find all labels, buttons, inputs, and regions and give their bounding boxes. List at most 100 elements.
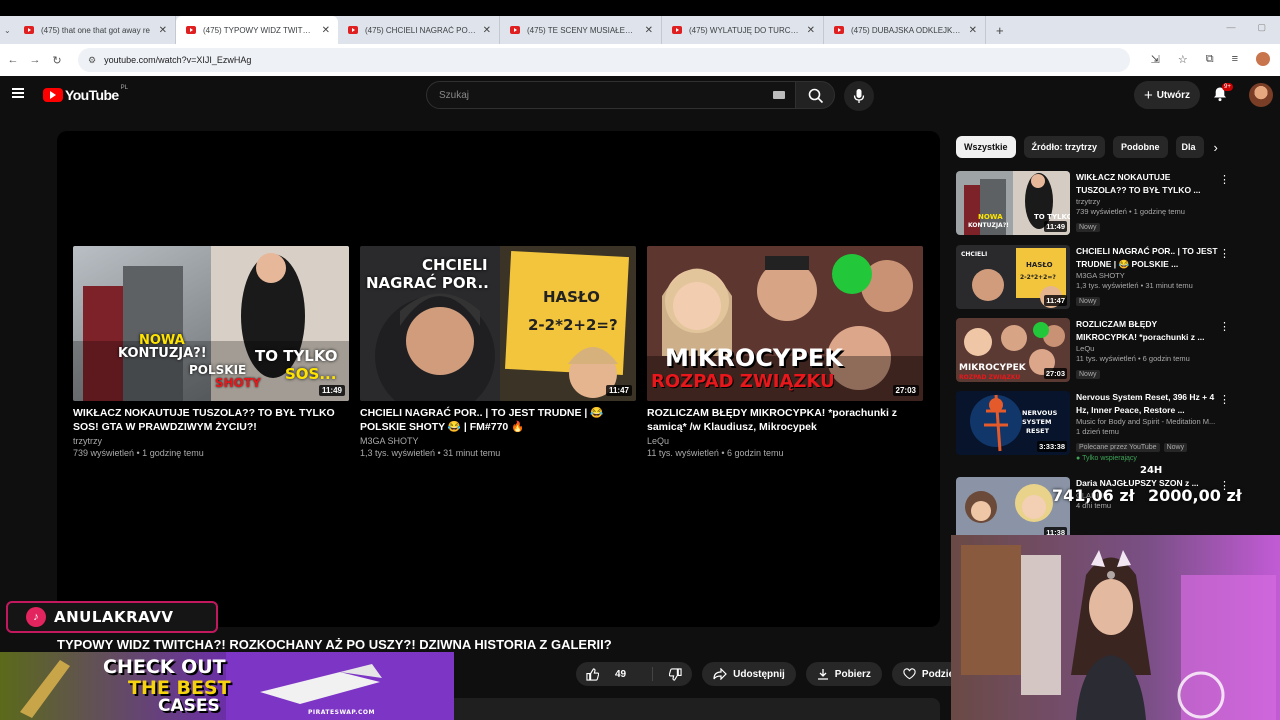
related-video-2[interactable]: CHCIELI HASŁO 2-2*2+2=? 11:47 CHCIELI NAGR…	[956, 245, 1234, 311]
related-thumbnail[interactable]: NERVOUS SYSTEM RESET 3:33:38	[956, 391, 1070, 455]
endscreen-video-1[interactable]: NOWA KONTUZJA?! POLSKIE SHOTY TO TYLKO S…	[73, 246, 349, 458]
video-title: TYPOWY WIDZ TWITCHA?! ROZKOCHANY AŻ PO U…	[57, 637, 612, 652]
thumbs-up-icon	[586, 667, 599, 681]
plus-icon: +	[1143, 86, 1153, 104]
share-label: Udostępnij	[733, 668, 785, 680]
endscreen-channel[interactable]: M3GA SHOTY	[360, 436, 636, 446]
related-thumbnail[interactable]: NOWA KONTUZJA?! TO TYLKO 11:49	[956, 171, 1070, 235]
video-duration: 11:47	[1044, 295, 1067, 306]
browser-tab-bar: ⌄ (475) that one that got away re ✕ (475)…	[0, 16, 1280, 44]
thumbnail-text: HASŁO	[543, 288, 600, 306]
chip-from-channel[interactable]: Źródło: trzytrzy	[1023, 136, 1106, 158]
install-app-icon[interactable]: ⇲	[1151, 53, 1160, 66]
new-tab-icon[interactable]: +	[996, 23, 1004, 38]
related-meta: 739 wyświetleń • 1 godzinę temu	[1076, 207, 1185, 216]
dislike-button[interactable]	[659, 662, 692, 686]
minimize-icon[interactable]: —	[1226, 22, 1235, 33]
endscreen-video-title[interactable]: ROZLICZAM BŁĘDY MIKROCYPKA! *porachunki …	[647, 407, 923, 434]
browser-tab-3[interactable]: (475) CHCIELI NAGRAĆ POR.. | ✕	[338, 16, 500, 44]
endscreen-thumbnail[interactable]: MIKROCYPEK ROZPAD ZWIĄZKU 27:03	[647, 246, 923, 401]
endscreen-channel[interactable]: trzytrzy	[73, 436, 349, 446]
related-channel[interactable]: trzytrzy	[1076, 197, 1218, 206]
video-player[interactable]: NOWA KONTUZJA?! POLSKIE SHOTY TO TYLKO S…	[57, 131, 940, 627]
thumbnail-text: ROZPAD ZWIĄZKU	[651, 371, 835, 392]
related-channel[interactable]: M3GA SHOTY	[1076, 271, 1218, 280]
window-controls: — ▢	[1226, 22, 1266, 33]
thumbnail-text: 2-2*2+2=?	[528, 316, 618, 334]
youtube-logo[interactable]: YouTube PL	[43, 85, 128, 103]
chip-all[interactable]: Wszystkie	[956, 136, 1016, 158]
svg-text:RESET: RESET	[1026, 427, 1050, 435]
browser-tab-4[interactable]: (475) TE SCENY MUSIAŁEM WY ✕	[500, 16, 662, 44]
goal-current-amount: 741,06 zł	[1052, 486, 1135, 505]
maximize-icon[interactable]: ▢	[1257, 22, 1266, 33]
search-button[interactable]	[795, 81, 835, 109]
close-tab-icon[interactable]: ✕	[483, 25, 491, 36]
more-vertical-icon[interactable]: ⋮	[1219, 247, 1230, 260]
close-tab-icon[interactable]: ✕	[807, 25, 815, 36]
related-channel[interactable]: Music for Body and Spirit - Meditation M…	[1076, 417, 1218, 426]
donation-goal-overlay: 24H 741,06 zł 2000,00 zł	[1052, 465, 1262, 505]
related-title[interactable]: WIKŁACZ NOKAUTUJE TUSZOLA?? TO BYŁ TYLKO…	[1076, 171, 1218, 196]
close-tab-icon[interactable]: ✕	[645, 25, 653, 36]
chip-for-you[interactable]: Dla	[1175, 136, 1204, 158]
related-meta: 11 tys. wyświetleń • 6 godzin temu	[1076, 354, 1190, 363]
related-channel[interactable]: LeQu	[1076, 344, 1218, 353]
bookmark-star-icon[interactable]: ☆	[1178, 53, 1188, 66]
chevron-right-icon[interactable]: ›	[1214, 140, 1218, 155]
tab-list-chevron-icon[interactable]: ⌄	[0, 26, 14, 35]
endscreen-thumbnail[interactable]: NOWA KONTUZJA?! POLSKIE SHOTY TO TYLKO S…	[73, 246, 349, 401]
forward-icon[interactable]: →	[24, 54, 46, 66]
related-video-4[interactable]: NERVOUS SYSTEM RESET 3:33:38 Nervous Syste…	[956, 391, 1234, 473]
endscreen-video-title[interactable]: WIKŁACZ NOKAUTUJE TUSZOLA?? TO BYŁ TYLKO…	[73, 407, 349, 434]
notification-count-badge: 9+	[1222, 83, 1233, 91]
related-thumbnail[interactable]: CHCIELI HASŁO 2-2*2+2=? 11:47	[956, 245, 1070, 309]
endscreen-video-2[interactable]: CHCIELI NAGRAĆ POR.. HASŁO 2-2*2+2=? 11:…	[360, 246, 636, 458]
browser-tab-2-active[interactable]: (475) TYPOWY WIDZ TWITCHA ✕	[176, 16, 338, 44]
site-info-icon[interactable]: ⚙	[88, 55, 96, 66]
thumbnail-text: KONTUZJA?!	[118, 346, 207, 361]
media-controls-icon[interactable]: ≡	[1232, 53, 1238, 65]
chip-related[interactable]: Podobne	[1113, 136, 1168, 158]
voice-search-button[interactable]	[844, 81, 874, 111]
reload-icon[interactable]: ↻	[46, 54, 68, 67]
svg-text:NOWA: NOWA	[978, 213, 1003, 221]
close-tab-icon[interactable]: ✕	[322, 25, 330, 36]
related-video-1[interactable]: NOWA KONTUZJA?! TO TYLKO 11:49 WIKŁACZ NOK…	[956, 171, 1234, 237]
browser-tab-6[interactable]: (475) DUBAJSKA ODKLEJKA WI ✕	[824, 16, 986, 44]
endscreen-channel[interactable]: LeQu	[647, 436, 923, 446]
related-title[interactable]: Nervous System Reset, 396 Hz + 4 Hz, Inn…	[1076, 391, 1218, 416]
tiktok-username: ANULAKRAVV	[54, 608, 174, 626]
more-vertical-icon[interactable]: ⋮	[1219, 393, 1230, 406]
endscreen-video-title[interactable]: CHCIELI NAGRAĆ POR.. | TO JEST TRUDNE | …	[360, 407, 636, 434]
youtube-favicon-icon	[186, 26, 196, 34]
url-omnibox[interactable]: ⚙ youtube.com/watch?v=XIJI_EzwHAg	[78, 48, 1130, 72]
notifications-button[interactable]: 9+	[1212, 83, 1233, 107]
more-vertical-icon[interactable]: ⋮	[1219, 320, 1230, 333]
endscreen-thumbnail[interactable]: CHCIELI NAGRAĆ POR.. HASŁO 2-2*2+2=? 11:…	[360, 246, 636, 401]
back-icon[interactable]: ←	[2, 54, 24, 66]
related-video-3[interactable]: MIKROCYPEK ROZPAD ZWIĄZKU 27:03 ROZLICZAM…	[956, 318, 1234, 384]
search-input[interactable]: Szukaj	[426, 81, 796, 109]
browser-tab-5[interactable]: (475) WYLATUJĘ DO TURCJI - Y ✕	[662, 16, 824, 44]
hamburger-menu-icon[interactable]	[12, 88, 24, 98]
related-title[interactable]: CHCIELI NAGRAĆ POR.. | TO JEST TRUDNE | …	[1076, 245, 1218, 270]
share-button[interactable]: Udostępnij	[702, 662, 796, 686]
related-filter-chips: Wszystkie Źródło: trzytrzy Podobne Dla ›	[956, 136, 1218, 158]
browser-tab-1[interactable]: (475) that one that got away re ✕	[14, 16, 176, 44]
profile-avatar-icon[interactable]	[1256, 52, 1270, 66]
like-button[interactable]: 49	[576, 662, 646, 686]
toolbar-icons: ⇲ ☆ ⧉ ≡	[1151, 52, 1270, 66]
keyboard-icon[interactable]	[773, 91, 785, 99]
account-avatar[interactable]	[1249, 83, 1273, 107]
download-button[interactable]: Pobierz	[805, 662, 882, 686]
endscreen-video-3[interactable]: MIKROCYPEK ROZPAD ZWIĄZKU 27:03 ROZLICZA…	[647, 246, 923, 458]
address-toolbar: ← → ↻ ⚙ youtube.com/watch?v=XIJI_EzwHAg …	[0, 44, 1280, 76]
extensions-icon[interactable]: ⧉	[1206, 53, 1214, 66]
related-thumbnail[interactable]: MIKROCYPEK ROZPAD ZWIĄZKU 27:03	[956, 318, 1070, 382]
close-tab-icon[interactable]: ✕	[969, 25, 977, 36]
related-title[interactable]: ROZLICZAM BŁĘDY MIKROCYPKA! *porachunki …	[1076, 318, 1218, 343]
more-vertical-icon[interactable]: ⋮	[1219, 173, 1230, 186]
close-tab-icon[interactable]: ✕	[159, 25, 167, 36]
create-button[interactable]: + Utwórz	[1134, 81, 1200, 109]
